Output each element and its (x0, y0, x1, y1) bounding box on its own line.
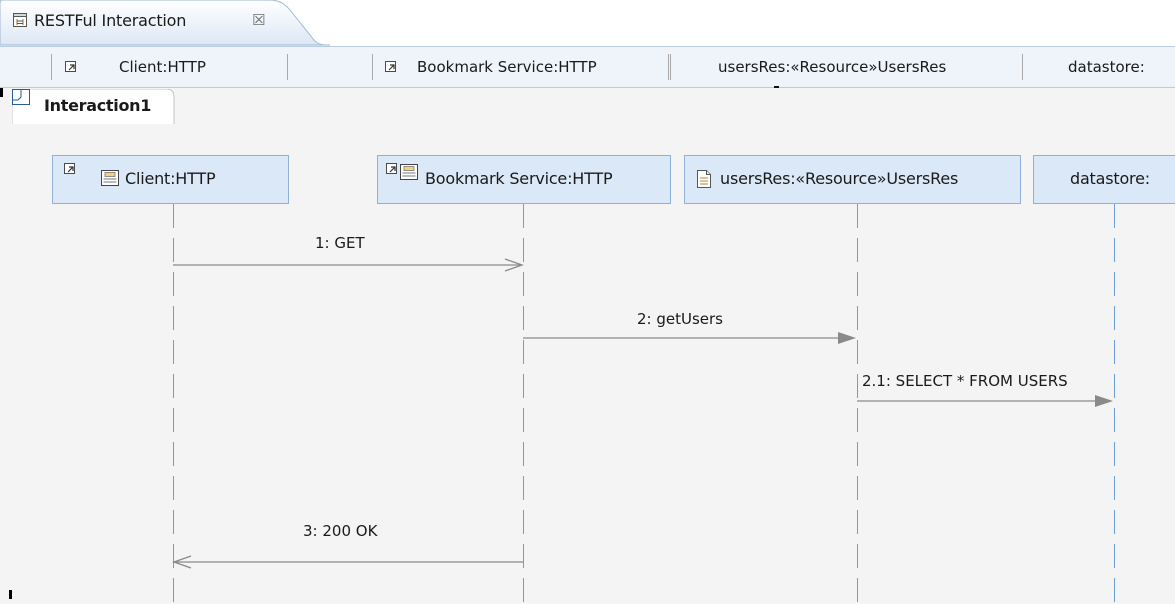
close-icon[interactable]: ☒ (252, 12, 265, 28)
message-2-1-label[interactable]: 2.1: SELECT * FROM USERS (862, 372, 1068, 390)
ruler-separator (51, 54, 52, 80)
frame-corner-marker (0, 88, 3, 97)
message-arrows (172, 258, 1113, 569)
ruler-item-client[interactable]: Client:HTTP (119, 58, 206, 76)
ruler-item-datastore[interactable]: datastore: (1068, 58, 1145, 76)
ruler-separator (668, 54, 671, 80)
message-1-arrow[interactable] (173, 258, 524, 272)
frame-corner-marker (9, 590, 12, 599)
sequence-diagram-icon (13, 13, 27, 27)
message-3-arrow[interactable] (172, 555, 523, 569)
ruler-item-bookmark-service[interactable]: Bookmark Service:HTTP (417, 58, 597, 76)
message-3-label[interactable]: 3: 200 OK (303, 522, 377, 540)
ruler-separator (1022, 54, 1023, 80)
lifeline-header-ruler: Client:HTTP Bookmark Service:HTTP usersR… (0, 46, 1175, 90)
diagram-canvas[interactable]: Interaction1 Client:HTTP Bookmark Servic… (0, 88, 1175, 604)
ruler-separator (372, 54, 373, 80)
ruler-separator (287, 54, 288, 80)
editor-tab-strip: RESTFul Interaction ☒ (0, 0, 1175, 46)
editor-tab[interactable]: RESTFul Interaction ☒ (0, 0, 330, 46)
shortcut-arrow-icon (65, 61, 76, 72)
editor-tab-title: RESTFul Interaction (34, 11, 187, 30)
message-2-1-arrow[interactable] (857, 395, 1113, 407)
message-2-arrow[interactable] (523, 332, 856, 344)
message-1-label[interactable]: 1: GET (315, 234, 365, 252)
ruler-item-users-res[interactable]: usersRes:«Resource»UsersRes (718, 58, 946, 76)
shortcut-arrow-icon (385, 61, 396, 72)
message-2-label[interactable]: 2: getUsers (637, 310, 723, 328)
